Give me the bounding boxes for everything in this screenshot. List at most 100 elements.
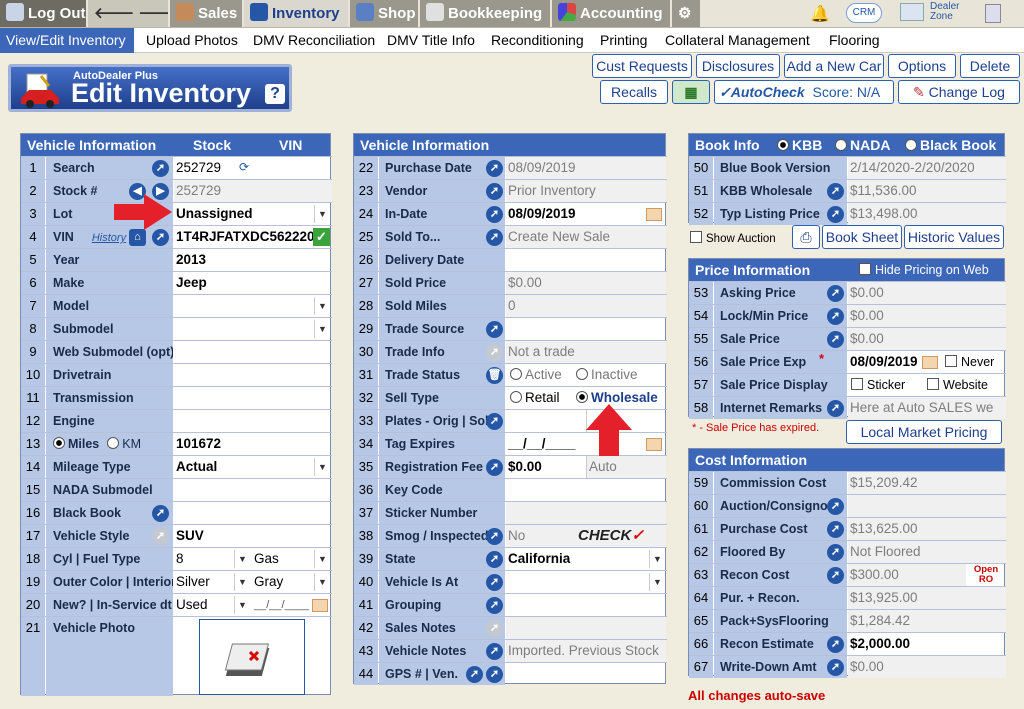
navigate-icon[interactable]: ➚ — [827, 544, 844, 561]
recalls-button[interactable]: Recalls — [600, 80, 668, 104]
field-value[interactable]: Silver — [174, 571, 234, 593]
historic-values-button[interactable]: Historic Values — [904, 225, 1004, 249]
show-auction-checkbox[interactable]: Show Auction — [690, 231, 776, 245]
plates-orig-input[interactable] — [506, 410, 586, 432]
trade-inactive-radio[interactable]: Inactive — [576, 364, 638, 386]
navigate-icon[interactable]: ➚ — [827, 400, 844, 417]
subnav-dmv-reconciliation[interactable]: DMV Reconciliation — [253, 28, 375, 53]
field-value[interactable]: Actual — [174, 456, 332, 478]
subnav-collateral[interactable]: Collateral Management — [665, 28, 810, 53]
navigate-icon[interactable]: ➚ — [486, 620, 503, 637]
navigate-icon[interactable]: ➚ — [486, 321, 503, 338]
open-ro-link[interactable]: Open RO — [967, 565, 1005, 585]
navigate-icon[interactable]: ➚ — [486, 528, 503, 545]
subnav-flooring[interactable]: Flooring — [829, 28, 880, 53]
field-value[interactable] — [174, 387, 332, 409]
dropdown-arrow-icon[interactable]: ▼ — [314, 205, 330, 223]
navigate-icon[interactable]: ➚ — [827, 521, 844, 538]
navigate-icon[interactable]: ➚ — [486, 597, 503, 614]
field-value[interactable] — [174, 318, 332, 340]
navigate-icon[interactable]: ➚ — [486, 666, 503, 683]
subnav-reconditioning[interactable]: Reconditioning — [491, 28, 584, 53]
field-value-secondary[interactable]: Gray — [252, 571, 314, 593]
navigate-icon[interactable]: ➚ — [827, 183, 844, 200]
tab-inventory[interactable]: Inventory — [244, 0, 348, 27]
field-value[interactable] — [506, 594, 666, 616]
navigate-icon[interactable]: ➚ — [486, 344, 503, 361]
dropdown-arrow-icon[interactable]: ▼ — [234, 550, 250, 568]
field-value[interactable]: 101672 — [174, 433, 332, 455]
trash-icon[interactable]: 🗑 — [486, 367, 503, 384]
crm-button[interactable]: CRM — [846, 3, 882, 23]
field-value[interactable]: $2,000.00 — [848, 633, 1006, 655]
tab-shop[interactable]: Shop — [350, 0, 418, 27]
history-nav[interactable]: 🡐 🡒 ▾ ☺ — [88, 0, 168, 27]
tab-sales[interactable]: Sales — [170, 0, 242, 27]
add-new-car-button[interactable]: Add a New Car — [784, 54, 884, 78]
export-button[interactable]: ▦ — [672, 80, 710, 104]
book-sheet-button[interactable]: Book Sheet — [822, 225, 902, 249]
bell-icon[interactable]: 🔔 — [810, 4, 830, 24]
navigate-icon[interactable]: ➚ — [152, 528, 169, 545]
autocheck-button[interactable]: ✓AutoCheck Score: N/A — [714, 80, 894, 104]
navigate-icon[interactable]: ➚ — [827, 308, 844, 325]
dropdown-arrow-icon[interactable]: ▼ — [314, 458, 330, 476]
vehicle-photo-placeholder-icon[interactable] — [199, 619, 305, 695]
navigate-icon[interactable]: ➚ — [486, 643, 503, 660]
field-value[interactable]: 08/09/2019 — [506, 203, 666, 225]
local-market-pricing-button[interactable]: Local Market Pricing — [846, 420, 1002, 444]
field-value[interactable] — [506, 479, 666, 501]
navigate-icon[interactable]: ➚ — [486, 551, 503, 568]
dropdown-arrow-icon[interactable]: ▼ — [234, 573, 250, 591]
settings-button[interactable]: ⚙ — [672, 0, 700, 27]
dropdown-arrow-icon[interactable]: ▼ — [649, 573, 665, 591]
black-book-radio[interactable]: Black Book — [905, 134, 996, 156]
field-value[interactable]: Unassigned — [174, 203, 332, 225]
autocheck-check-icon[interactable]: CHECK✓ — [578, 525, 644, 547]
sticker-checkbox[interactable]: Sticker — [851, 374, 905, 396]
vin-history-link[interactable]: History — [92, 232, 126, 244]
calendar-icon[interactable] — [312, 599, 328, 612]
navigate-icon[interactable]: ➚ — [466, 666, 483, 683]
navigate-icon[interactable]: ➚ — [152, 160, 169, 177]
dealer-zone-icon[interactable] — [900, 3, 924, 21]
website-checkbox[interactable]: Website — [927, 374, 988, 396]
help-icon[interactable]: ? — [265, 84, 285, 104]
field-value[interactable]: $0.00 — [506, 456, 586, 478]
calendar-icon[interactable] — [646, 208, 662, 221]
navigate-icon[interactable]: ➚ — [827, 567, 844, 584]
subnav-printing[interactable]: Printing — [600, 28, 647, 53]
navigate-icon[interactable]: ➚ — [486, 206, 503, 223]
field-value[interactable] — [174, 410, 332, 432]
print-button[interactable]: ⎙ — [792, 225, 820, 249]
field-value[interactable] — [506, 571, 666, 593]
navigate-icon[interactable]: ➚ — [827, 285, 844, 302]
logout-button[interactable]: Log Out — [0, 0, 86, 27]
never-checkbox[interactable]: Never — [945, 351, 994, 373]
field-value[interactable]: SUV — [174, 525, 332, 547]
field-value[interactable] — [506, 318, 666, 340]
field-value[interactable] — [506, 249, 666, 271]
field-value[interactable]: California — [506, 548, 666, 570]
field-value[interactable] — [174, 502, 332, 524]
options-button[interactable]: Options — [888, 54, 956, 78]
dropdown-arrow-icon[interactable]: ▼ — [649, 550, 665, 568]
cust-requests-button[interactable]: Cust Requests — [592, 54, 692, 78]
navigate-icon[interactable]: ➚ — [486, 413, 503, 430]
navigate-icon[interactable]: ➚ — [827, 331, 844, 348]
dropdown-arrow-icon[interactable]: ▼ — [314, 320, 330, 338]
kbb-radio[interactable]: KBB — [777, 134, 822, 156]
calculator-icon[interactable] — [985, 4, 1001, 23]
miles-radio[interactable]: Miles — [53, 437, 99, 451]
field-value[interactable] — [174, 479, 332, 501]
hide-pricing-checkbox[interactable]: Hide Pricing on Web — [859, 259, 989, 281]
dropdown-arrow-icon[interactable]: ▼ — [314, 573, 330, 591]
navigate-icon[interactable]: ➚ — [152, 505, 169, 522]
field-value[interactable] — [174, 295, 332, 317]
field-value-secondary[interactable]: __/__/____ — [252, 594, 314, 616]
dropdown-arrow-icon[interactable]: ▼ — [314, 550, 330, 568]
navigate-icon[interactable]: ➚ — [486, 229, 503, 246]
field-value[interactable] — [174, 364, 332, 386]
delete-button[interactable]: Delete — [960, 54, 1020, 78]
field-value[interactable]: 8 — [174, 548, 234, 570]
